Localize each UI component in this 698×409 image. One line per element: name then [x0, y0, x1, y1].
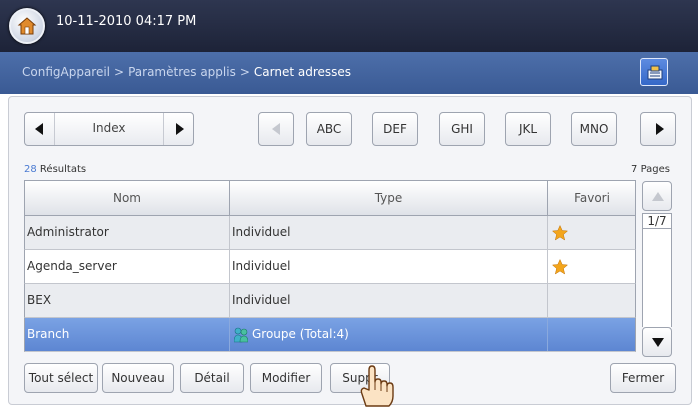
- hand-pointer-icon: [360, 365, 394, 407]
- cell-name: BEX: [25, 284, 230, 317]
- table-row-selected[interactable]: Branch Groupe (Total:4): [24, 318, 636, 352]
- index-selector: Index: [24, 112, 194, 146]
- index-prev-button[interactable]: [25, 113, 55, 145]
- table-row[interactable]: Administrator Individuel: [24, 216, 636, 250]
- breadcrumb-bar: ConfigAppareil > Paramètres applis > Carnet …: [0, 52, 698, 94]
- alpha-tab-def[interactable]: DEF: [372, 112, 418, 146]
- home-button[interactable]: [9, 8, 45, 44]
- table-header: Nom Type Favori: [24, 180, 636, 216]
- alpha-tab-mno[interactable]: MNO: [571, 112, 617, 146]
- address-book-icon: [647, 65, 663, 80]
- cell-favorite: [548, 216, 635, 249]
- results-number: 28: [24, 164, 37, 175]
- index-label: Index: [92, 121, 126, 135]
- column-header-type[interactable]: Type: [230, 181, 548, 215]
- breadcrumb-item-config[interactable]: ConfigAppareil: [22, 65, 110, 79]
- arrow-right-icon: [176, 123, 184, 135]
- table-row[interactable]: BEX Individuel: [24, 284, 636, 318]
- scroll-down-button[interactable]: [642, 327, 672, 357]
- breadcrumb: ConfigAppareil > Paramètres applis > Carnet …: [22, 65, 351, 79]
- cell-name: Branch: [25, 318, 230, 351]
- status-bar: 10-11-2010 04:17 PM: [0, 0, 698, 52]
- star-icon: [552, 259, 568, 275]
- alpha-tab-jkl[interactable]: JKL: [505, 112, 551, 146]
- arrow-left-icon: [272, 123, 280, 135]
- scroll-up-button[interactable]: [642, 181, 672, 211]
- cell-name: Agenda_server: [25, 250, 230, 283]
- cell-type: Individuel: [230, 250, 548, 283]
- alpha-tab-abc[interactable]: ABC: [306, 112, 352, 146]
- alpha-tab-ghi[interactable]: GHI: [439, 112, 485, 146]
- breadcrumb-item-current: Carnet adresses: [253, 65, 352, 79]
- close-button[interactable]: Fermer: [610, 363, 676, 393]
- star-icon: [552, 225, 568, 241]
- arrow-down-icon: [652, 338, 664, 347]
- cell-type: Individuel: [230, 284, 548, 317]
- cell-name: Administrator: [25, 216, 230, 249]
- cell-type: Individuel: [230, 216, 548, 249]
- select-all-button[interactable]: Tout sélect: [24, 363, 98, 393]
- scroll-track[interactable]: [642, 229, 672, 327]
- home-icon: [17, 17, 37, 35]
- arrow-left-icon: [35, 123, 43, 135]
- cell-type: Groupe (Total:4): [230, 318, 548, 351]
- cell-type-text: Groupe (Total:4): [252, 327, 349, 341]
- column-header-favorite[interactable]: Favori: [548, 181, 636, 215]
- detail-button[interactable]: Détail: [180, 363, 244, 393]
- results-count: 28 Résultats: [24, 164, 86, 175]
- cell-favorite: [548, 318, 635, 351]
- address-book-button[interactable]: [640, 58, 668, 86]
- cell-favorite: [548, 250, 635, 283]
- table-row[interactable]: Agenda_server Individuel: [24, 250, 636, 284]
- group-icon: [234, 327, 248, 342]
- breadcrumb-separator: >: [114, 65, 125, 79]
- page-indicator: 1/7: [642, 213, 672, 229]
- modify-button[interactable]: Modifier: [250, 363, 322, 393]
- alpha-prev-button[interactable]: [258, 112, 294, 146]
- alpha-next-button[interactable]: [640, 112, 676, 146]
- index-next-button[interactable]: [163, 113, 193, 145]
- breadcrumb-item-app-settings[interactable]: Paramètres applis: [128, 65, 236, 79]
- arrow-up-icon: [652, 192, 664, 201]
- arrow-right-icon: [656, 123, 664, 135]
- results-label: Résultats: [39, 164, 87, 175]
- page-count: 7 Pages: [631, 164, 670, 175]
- new-button[interactable]: Nouveau: [102, 363, 174, 393]
- cell-favorite: [548, 284, 635, 317]
- breadcrumb-separator: >: [239, 65, 250, 79]
- column-header-name[interactable]: Nom: [25, 181, 230, 215]
- datetime: 10-11-2010 04:17 PM: [56, 14, 197, 29]
